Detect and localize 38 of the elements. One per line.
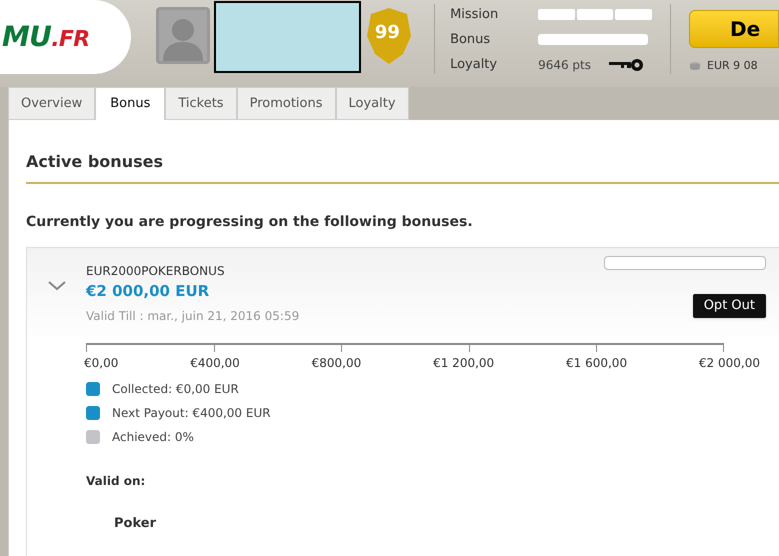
coin-stack-icon [689,61,702,72]
stat-label: Loyalty [450,56,498,74]
key-icon [609,58,645,72]
balance: EUR 9 08 [707,58,758,74]
tab[interactable]: Promotions [236,87,336,120]
stat-label: Mission [450,6,500,24]
valid-on-label: Valid on: [86,472,146,490]
tick-label: €400,00 [190,354,240,372]
tab[interactable]: Bonus [95,87,166,120]
legend-label: Achieved: 0% [112,428,194,446]
deposit-button[interactable]: De [689,10,779,48]
mission-progress-bar [538,9,575,20]
tab[interactable]: Loyalty [336,87,409,120]
logo[interactable]: MU.FR [0,0,131,74]
tick-label: €0,00 [84,354,118,372]
bonus-amount: €2 000,00 EUR [86,281,210,302]
chevron-down-icon[interactable] [48,281,66,291]
shield-badge-icon [364,8,413,64]
legend-label: Collected: €0,00 EUR [112,380,239,398]
valid-on-item: Poker [114,514,157,532]
tick-label: €1 200,00 [433,354,494,372]
legend-label: Next Payout: €400,00 EUR [112,404,271,422]
loyalty-points: 9646 pts [538,56,591,74]
mission-progress-bar [615,9,652,20]
valid-till: Valid Till : mar., juin 21, 2016 05:59 [86,308,300,324]
bonus-code: EUR2000POKERBONUS [86,263,226,280]
tick-label: €800,00 [312,354,362,372]
tab[interactable]: Overview [8,87,96,120]
tick-label: €1 600,00 [566,354,628,372]
level-number-label: 99 [374,20,400,44]
stat-label: Bonus [450,30,492,49]
mission-progress-bar [576,9,614,20]
intro-text: Currently you are progressing on the following bonuses. [26,213,474,232]
opt-out-button[interactable]: Opt Out [692,294,766,318]
tab[interactable]: Tickets [165,87,237,120]
section-title: Active bonuses [26,150,779,184]
avatar [156,7,210,64]
tick-label: €2 000,00 [698,354,760,372]
